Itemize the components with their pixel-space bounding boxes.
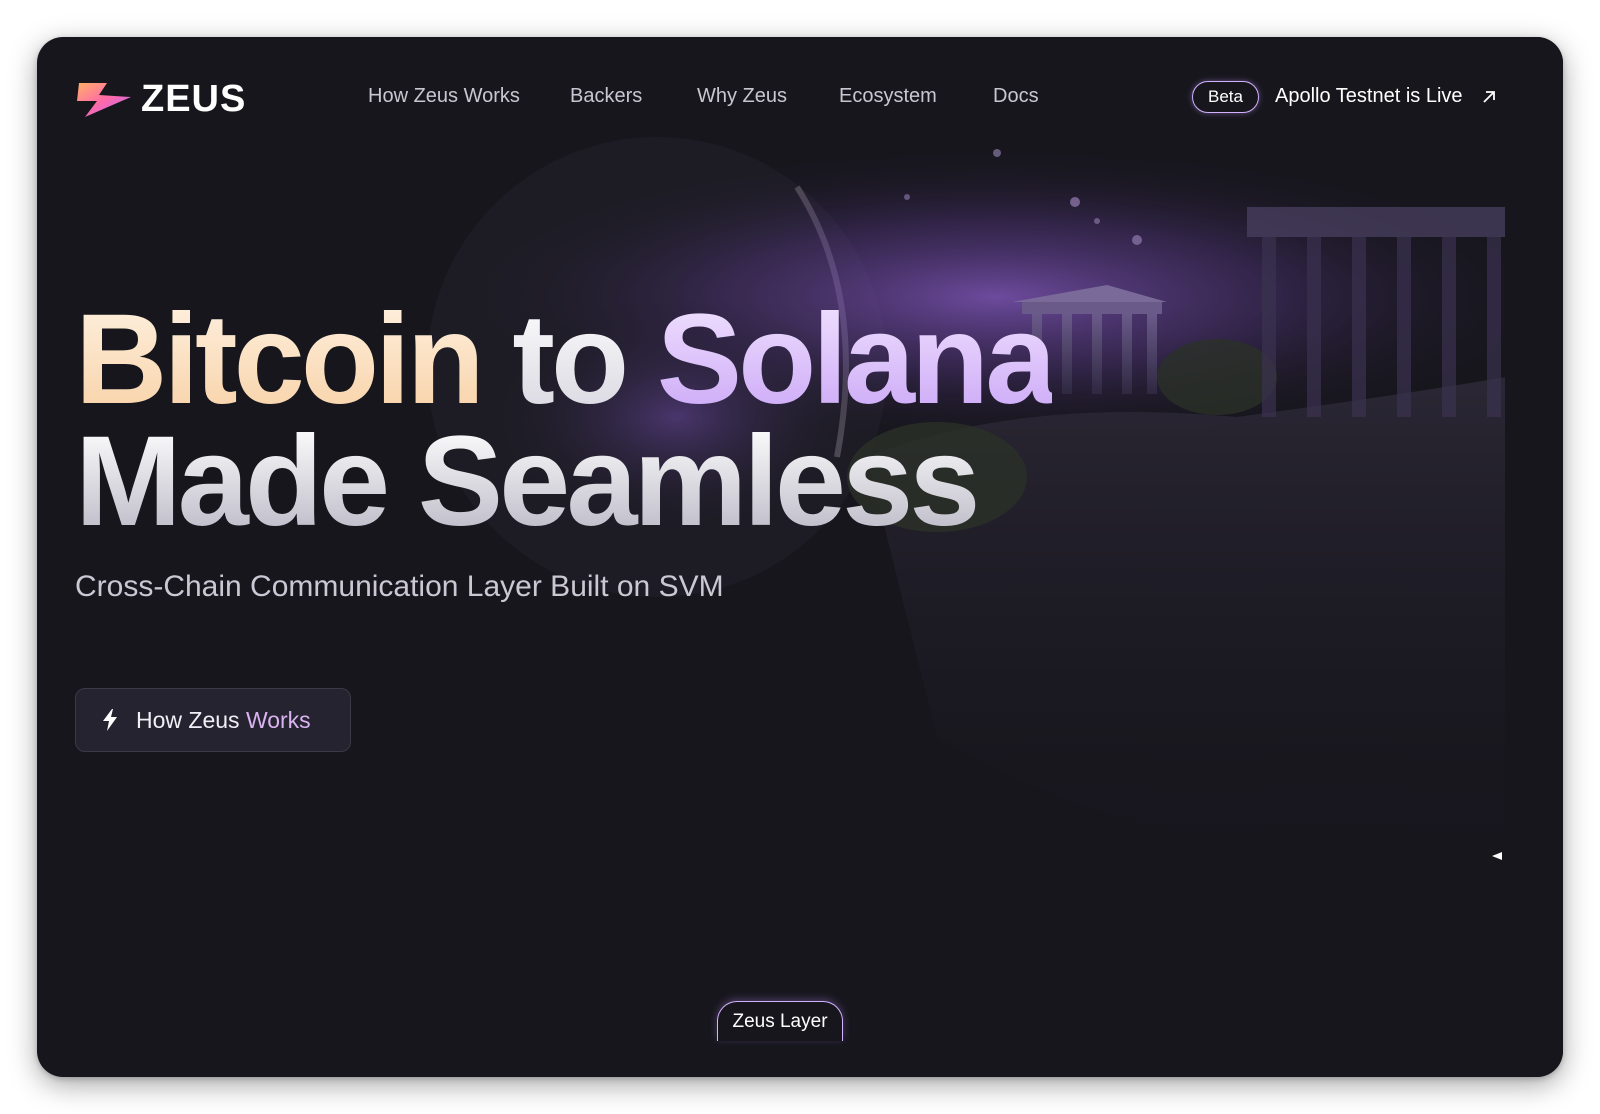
- cta-label-part-1: How Zeus: [136, 706, 246, 733]
- nav-link-how-zeus-works[interactable]: How Zeus Works: [368, 85, 520, 108]
- nav-link-backers[interactable]: Backers: [570, 85, 642, 108]
- nav-link-docs[interactable]: Docs: [993, 85, 1039, 108]
- cta-label-part-2: Works: [245, 706, 311, 733]
- zeus-layer-tab[interactable]: Zeus Layer: [717, 1001, 843, 1041]
- hero-headline: Bitcoin to Solana Made Seamless: [75, 296, 1056, 546]
- nav-link-why-zeus[interactable]: Why Zeus: [697, 85, 787, 108]
- how-zeus-works-button[interactable]: How Zeus Works: [75, 688, 351, 752]
- headline-line-1: Bitcoin to Solana: [75, 296, 1056, 424]
- brand-logo[interactable]: ZEUS: [77, 77, 246, 121]
- hero-background-art: [427, 37, 1563, 1077]
- testnet-announcement-label: Apollo Testnet is Live: [1275, 85, 1463, 107]
- headline-line-2: Made Seamless: [75, 418, 1052, 546]
- beta-badge: Beta: [1192, 81, 1259, 113]
- nav-link-ecosystem[interactable]: Ecosystem: [839, 85, 937, 108]
- arrow-up-right-icon: [1482, 90, 1495, 103]
- cta-label: How Zeus Works: [136, 707, 311, 734]
- hero-subtitle: Cross-Chain Communication Layer Built on…: [75, 570, 724, 603]
- app-frame: ZEUS How Zeus Works Backers Why Zeus Eco…: [37, 37, 1563, 1077]
- zeus-bolt-icon: [77, 83, 131, 117]
- testnet-announcement-link[interactable]: Apollo Testnet is Live: [1275, 85, 1497, 108]
- lightning-icon: [103, 709, 117, 731]
- carousel-marker-icon: [1492, 852, 1502, 860]
- brand-name: ZEUS: [141, 77, 247, 120]
